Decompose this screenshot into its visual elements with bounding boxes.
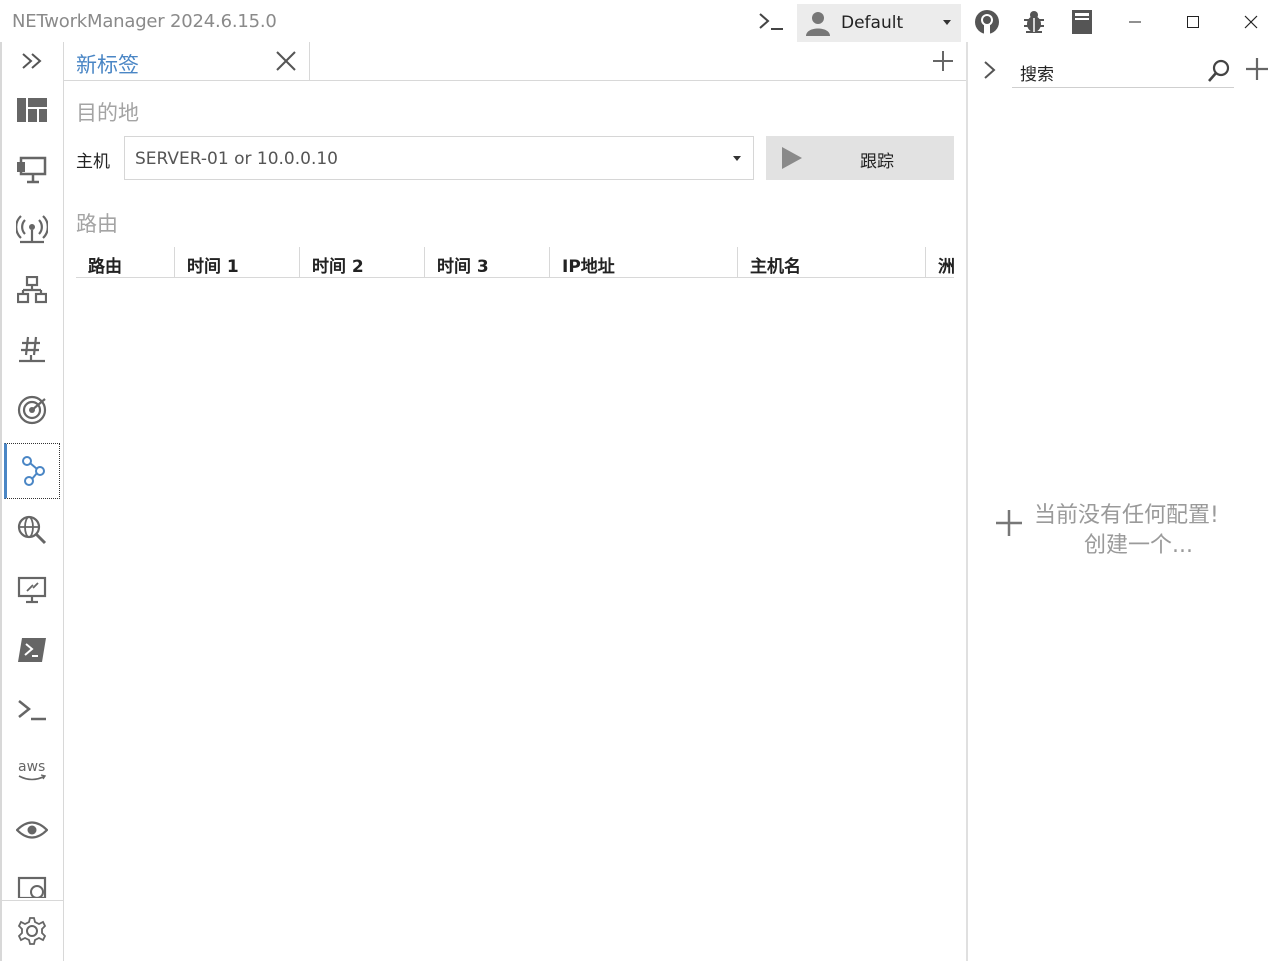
host-placeholder: SERVER-01 or 10.0.0.10 [135,149,338,169]
column-ip-address[interactable]: IP地址 [550,247,738,277]
dns-lookup-icon [17,515,47,545]
remote-desktop-icon [17,576,47,604]
column-hostname[interactable]: 主机名 [738,247,926,277]
bug-icon[interactable] [1020,8,1048,36]
minimize-button[interactable] [1120,8,1150,36]
profiles-panel: 搜索 当前没有任何配置! 创建一个... [968,42,1280,961]
column-continent[interactable]: 洲 [926,247,954,277]
chevron-down-icon [943,20,951,25]
sidebar-item-powershell[interactable] [4,622,60,678]
chevron-down-icon[interactable] [733,156,741,161]
sidebar-item-wifi[interactable] [4,202,60,258]
port-scanner-icon [19,336,45,363]
destination-heading: 目的地 [76,101,139,125]
eye-icon [16,821,48,839]
sidebar-item-settings[interactable] [0,900,64,961]
sidebar-item-port-scanner[interactable] [4,322,60,378]
window-title: NETworkManager 2024.6.15.0 [12,11,277,32]
host-input[interactable]: SERVER-01 or 10.0.0.10 [124,136,754,180]
sidebar-item-network-interface[interactable] [4,142,60,198]
column-time-2[interactable]: 时间 2 [300,247,425,277]
trace-button[interactable]: 跟踪 [766,136,954,180]
trace-button-label: 跟踪 [860,152,894,172]
close-button[interactable] [1236,8,1266,36]
sidebar-item-aws[interactable]: aws [4,742,60,798]
sidebar-edge [0,42,2,961]
aws-icon: aws [18,759,47,781]
traceroute-view: 新标签 目的地 主机 SERVER-01 or 10.0.0.10 跟踪 路由 … [64,42,966,961]
svg-text:aws: aws [18,759,45,775]
sidebar-item-dashboard[interactable] [4,82,60,138]
host-label: 主机 [76,152,110,172]
putty-icon [18,700,46,721]
sidebar: aws [0,42,64,961]
sidebar-item-ip-scanner[interactable] [4,262,60,318]
search-icon[interactable] [1206,58,1232,84]
web-console-icon [17,876,47,898]
settings-icon [17,917,47,945]
column-hop[interactable]: 路由 [76,247,175,277]
person-icon [806,12,830,36]
chevron-right-icon[interactable] [978,58,1002,82]
documentation-icon[interactable] [1068,8,1096,36]
tab-label: 新标签 [76,53,139,77]
maximize-button[interactable] [1178,8,1208,36]
create-profile-link[interactable]: 创建一个... [1084,527,1193,559]
powershell-icon [18,638,46,662]
profile-selector[interactable]: Default [797,4,961,42]
dashboard-icon [17,98,47,122]
sidebar-item-traceroute[interactable] [4,443,60,499]
sidebar-expand-button[interactable] [4,33,60,89]
play-icon [782,147,802,169]
tab-new[interactable]: 新标签 [64,42,310,81]
traceroute-icon [22,456,45,486]
column-time-1[interactable]: 时间 1 [175,247,300,277]
tab-bar: 新标签 [64,42,966,81]
sidebar-item-ping-monitor[interactable] [4,382,60,438]
add-profile-button[interactable] [1244,56,1270,82]
network-interface-icon [17,156,47,184]
github-icon[interactable] [973,8,1001,36]
sidebar-item-remote-desktop[interactable] [4,562,60,618]
close-icon[interactable] [274,49,298,73]
column-time-3[interactable]: 时间 3 [425,247,550,277]
profile-search-input[interactable]: 搜索 [1012,54,1234,88]
ping-monitor-icon [17,395,47,425]
route-table-header: 路由 时间 1 时间 2 时间 3 IP地址 主机名 洲 [76,247,954,278]
sidebar-item-dns-lookup[interactable] [4,502,60,558]
search-placeholder: 搜索 [1020,65,1054,85]
terminal-icon[interactable] [757,8,785,36]
title-bar: NETworkManager 2024.6.15.0 Default [0,0,1280,42]
no-profiles-message[interactable]: 当前没有任何配置! [1034,497,1219,529]
plus-icon[interactable] [994,508,1024,538]
sidebar-item-putty[interactable] [4,682,60,738]
add-tab-button[interactable] [930,48,956,74]
profile-name: Default [841,13,904,33]
route-heading: 路由 [76,212,118,236]
sidebar-item-tightvnc[interactable] [4,802,60,858]
wifi-icon [16,215,48,244]
ip-scanner-icon [17,276,47,304]
sidebar-item-web-console[interactable] [4,862,60,898]
